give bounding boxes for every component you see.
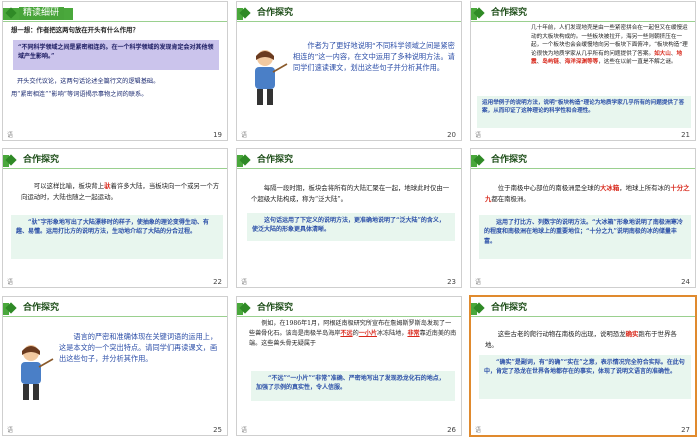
slide-thumbnail-24[interactable]: 合作探究 位于南极中心部位的南极洲是全球的大冰箱，地球上所有冰的十分之九都在南极…	[470, 148, 696, 288]
slide-number: 22	[213, 278, 222, 286]
analysis-box: 这句话运用了下定义的说明方法，更准确地说明了“泛大陆”的含义，使泛大陆的形象更具…	[247, 213, 455, 241]
footer-mark: 语	[7, 427, 14, 434]
analysis-box: 运用举例子的说明方法，说明“板块构造”理论为地质学家几乎所有的问题提供了答案，从…	[477, 96, 691, 128]
slide-thumbnail-26[interactable]: 合作探究 例如，在1986年1月，阿根廷南极研究所宣布在詹姆斯罗斯岛发现了一些兽…	[236, 296, 462, 436]
footer-mark: 语	[241, 132, 248, 139]
passage-text: 可以这样比喻，板块背上驮着许多大陆，当板块向一个或另一个方向运动时，大陆也随之一…	[21, 182, 220, 201]
slide-title: 合作探究	[491, 303, 528, 313]
slide-number: 20	[447, 131, 456, 139]
passage-text: 位于南极中心部位的南极洲是全球的大冰箱，地球上所有冰的十分之九都在南极洲。	[485, 184, 690, 203]
passage-text: 这些古老的爬行动物在南极的出现，说明恐龙确实跑布于世界各地。	[485, 330, 677, 349]
footer-mark: 语	[7, 279, 14, 286]
slide-title: 合作探究	[257, 155, 294, 165]
slide-thumbnail-23[interactable]: 合作探究 每隔一段时期，板块会将所有的大陆汇聚在一起，地球此时仅由一个超级大陆构…	[236, 148, 462, 288]
slide-number: 19	[213, 131, 222, 139]
slide-number: 27	[681, 426, 690, 434]
slide-title: 合作探究	[257, 303, 294, 313]
slide-title: 合作探究	[257, 8, 294, 18]
slide-header: 合作探究	[237, 2, 461, 24]
slide-header: 合作探究	[3, 149, 227, 171]
slide-number: 24	[681, 278, 690, 286]
answer-line-2: 用“紧密相连”“影响”等词语揭示事物之间的联系。	[11, 91, 148, 98]
slide-header: 合作探究	[3, 297, 227, 319]
slide-number: 25	[213, 426, 222, 434]
instruction-text: 语言的严密和准确体现在关键词语的运用上，这是本文的一个突出特点。请同学们再读课文…	[59, 332, 218, 363]
slide-title: 合作探究	[23, 155, 60, 165]
footer-mark: 语	[7, 132, 14, 139]
answer-line-1: 开头交代议论，这两句话论述全篇行文的逻辑基础。	[17, 78, 160, 85]
teacher-pointer-icon	[255, 50, 288, 105]
slide-header: 合作探究	[237, 297, 461, 319]
slide-title: 合作探究	[23, 303, 60, 313]
footer-mark: 语	[475, 279, 482, 286]
slide-thumbnail-22[interactable]: 合作探究 可以这样比喻，板块背上驮着许多大陆，当板块向一个或另一个方向运动时，大…	[2, 148, 228, 288]
slide-thumbnail-19[interactable]: 精读细研 想一想：作者把这两句放在开头有什么作用？ “不同科学领域之间是紧密相连…	[2, 1, 228, 141]
teacher-pointer-icon	[21, 345, 54, 400]
slide-title: 合作探究	[491, 155, 528, 165]
analysis-box: “驮”字形象地写出了大陆漂移时的样子，使抽象的理论变得生动、有趣、易懂。运用打比…	[11, 215, 223, 259]
slide-title: 精读细研	[19, 7, 65, 20]
slide-number: 21	[681, 131, 690, 139]
instruction-text: 作者为了更好地说明“不同科学领域之间是紧密相连的”这一内容，在文中运用了多种说明…	[293, 41, 455, 72]
footer-mark: 语	[241, 427, 248, 434]
analysis-box: “确实”是副词，有“的确”“实在”之意，表示情况完全符合实际。在此句中，肯定了恐…	[479, 355, 691, 399]
slide-thumbnail-21[interactable]: 合作探究 几十年前，人们发现地壳是由一些紧密拼合在一起但又在缓慢运动的大板块构成…	[470, 1, 696, 141]
slide-thumbnail-27[interactable]: 合作探究 这些古老的爬行动物在南极的出现，说明恐龙确实跑布于世界各地。 “确实”…	[469, 295, 697, 437]
analysis-box: 运用了打比方、列数字的说明方法。“大冰箱”形象地说明了南极洲寒冷的程度和南极洲在…	[479, 215, 691, 259]
slide-header: 合作探究	[471, 2, 695, 24]
slide-number: 23	[447, 278, 456, 286]
passage-text: 例如，在1986年1月，阿根廷南极研究所宣布在詹姆斯罗斯岛发现了一些兽骨化石。该…	[249, 320, 457, 347]
question-text: 想一想：作者把这两句放在开头有什么作用？	[11, 26, 139, 34]
slide-header: 合作探究	[237, 149, 461, 171]
slide-sorter-grid: 精读细研 想一想：作者把这两句放在开头有什么作用？ “不同科学领域之间是紧密相连…	[0, 0, 700, 438]
slide-title: 合作探究	[491, 8, 528, 18]
slide-thumbnail-25[interactable]: 合作探究 语言的严密和准确体现在关键词语的运用上，这是本文的一个突出特点。请同学…	[2, 296, 228, 436]
analysis-box: “不远”“一小片”“非常”准确、严密地写出了发现恐龙化石的地点，加强了示例的真实…	[251, 371, 455, 401]
footer-mark: 语	[475, 427, 482, 434]
footer-mark: 语	[475, 132, 482, 139]
slide-number: 26	[447, 426, 456, 434]
slide-header: 合作探究	[471, 297, 695, 319]
passage-text: 几十年前，人们发现地壳是由一些紧密拼合在一起但又在缓慢运动的大板块构成的。一些板…	[531, 25, 688, 66]
footer-mark: 语	[241, 279, 248, 286]
slide-thumbnail-20[interactable]: 合作探究 作者为了更好地说明“不同科学领域之间是紧密相连的”这一内容，在文中运用…	[236, 1, 462, 141]
passage-text: 每隔一段时期，板块会将所有的大陆汇聚在一起，地球此时仅由一个超级大陆构成，称为“…	[251, 184, 450, 203]
slide-header: 合作探究	[471, 149, 695, 171]
slide-header: 精读细研	[3, 2, 227, 24]
quote-box: “不同科学领域之间是紧密相连的。在一个科学领域的发现肯定会对其他领域产生影响。”	[13, 40, 219, 70]
